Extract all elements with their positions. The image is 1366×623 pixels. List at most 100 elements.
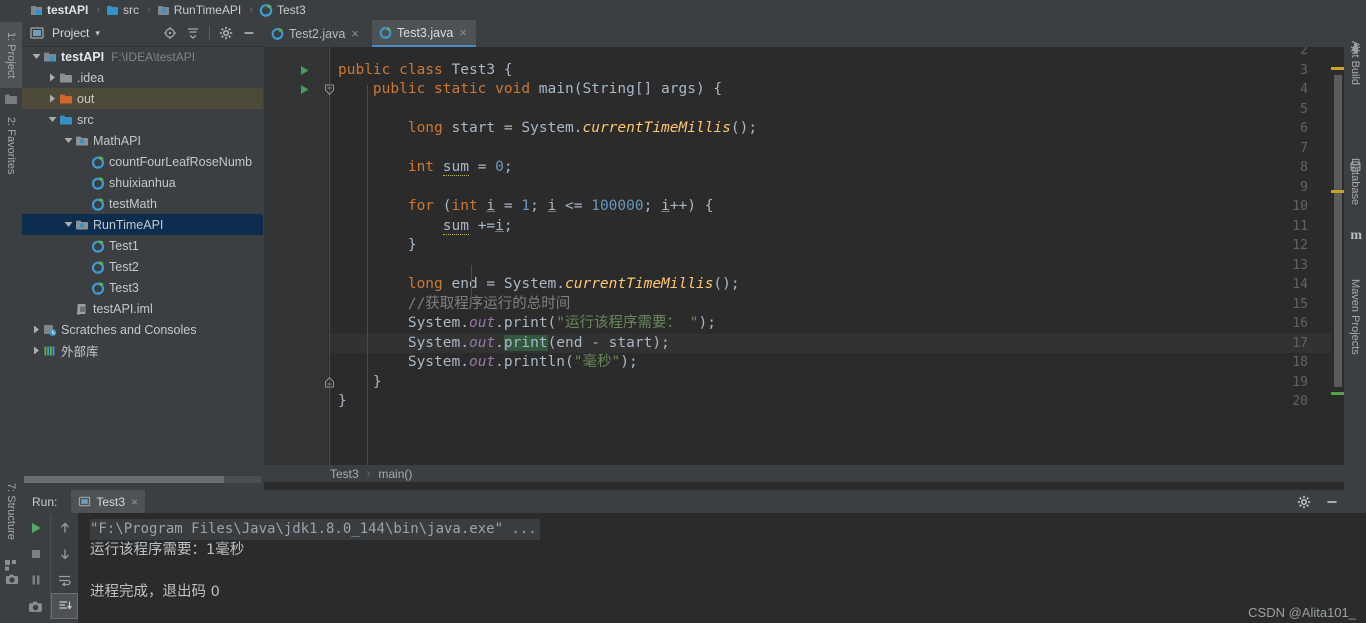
code-line[interactable]: System.out.print(end - start); xyxy=(338,334,670,354)
line-number: 10 xyxy=(1292,199,1308,214)
scrollbar-thumb[interactable] xyxy=(24,476,224,483)
tree-row[interactable]: testMath xyxy=(22,193,263,214)
sidebar-item-ant-build[interactable]: Ant Build xyxy=(1344,26,1366,100)
code-line[interactable]: } xyxy=(338,373,382,393)
code-line[interactable]: long start = System.currentTimeMillis(); xyxy=(338,119,757,139)
close-icon[interactable]: × xyxy=(351,27,359,40)
breadcrumb-class[interactable]: Test3 xyxy=(330,467,359,481)
breadcrumb-method[interactable]: main() xyxy=(378,467,412,481)
gear-icon[interactable] xyxy=(1294,492,1314,512)
editor-tab-test2[interactable]: Test2.java × xyxy=(264,20,368,47)
tree-row[interactable]: countFourLeafRoseNumb xyxy=(22,151,263,172)
chevron-down-icon[interactable] xyxy=(46,109,58,130)
breadcrumb-item-package[interactable]: RunTimeAPI › xyxy=(157,0,259,20)
rerun-icon[interactable] xyxy=(22,515,49,541)
indent-guide xyxy=(367,85,368,465)
run-gutter-icon[interactable] xyxy=(298,80,310,100)
breadcrumb-item-project[interactable]: testAPI › xyxy=(30,0,106,20)
sidebar-item-maven-projects[interactable]: Maven Projects xyxy=(1344,264,1366,370)
line-number: 17 xyxy=(1292,335,1308,351)
tree-row[interactable]: .idea xyxy=(22,67,263,88)
tree-row[interactable]: testAPI F:\IDEA\testAPI xyxy=(22,46,263,67)
down-arrow-icon[interactable] xyxy=(51,541,78,567)
tree-row[interactable]: 外部库 xyxy=(22,340,263,361)
chevron-down-icon[interactable] xyxy=(30,46,42,67)
code-editor[interactable]: 2 3 public class Test3 {4 public static vo… xyxy=(264,47,1344,465)
code-line[interactable]: } xyxy=(338,392,347,412)
locate-in-tree-icon[interactable] xyxy=(160,23,180,43)
editor-tab-test3[interactable]: Test3.java × xyxy=(372,20,476,47)
code-line[interactable]: public static void main(String[] args) { xyxy=(338,80,722,100)
code-token: currentTimeMillis xyxy=(565,276,714,292)
close-icon[interactable]: × xyxy=(131,495,138,509)
sidebar-item-project[interactable]: 1: Project xyxy=(0,22,22,88)
code-line[interactable]: System.out.print("运行该程序需要： "); xyxy=(338,314,716,334)
stop-icon[interactable] xyxy=(22,541,49,567)
console-output[interactable]: 进程完成，退出码 0 运行该程序需要：1毫秒 "F:\Program Files\J… xyxy=(78,513,1366,623)
tree-row[interactable]: Test2 xyxy=(22,256,263,277)
code-line[interactable]: public class Test3 { xyxy=(338,61,513,81)
chevron-right-icon[interactable] xyxy=(46,88,58,109)
chevron-right-icon[interactable] xyxy=(30,319,42,340)
chevron-right-icon[interactable] xyxy=(30,340,42,361)
indent-guide xyxy=(471,265,472,304)
up-arrow-icon[interactable] xyxy=(51,515,78,541)
chevron-down-icon[interactable] xyxy=(62,130,74,151)
tree-row[interactable]: out xyxy=(22,88,263,109)
tree-row[interactable]: MathAPI xyxy=(22,130,263,151)
warning-marker[interactable] xyxy=(1331,67,1344,70)
run-tab-test3[interactable]: Test3 × xyxy=(71,490,146,513)
tree-row[interactable]: src xyxy=(22,109,263,130)
project-tree-hscrollbar[interactable] xyxy=(22,475,263,484)
code-line[interactable]: int sum = 0; xyxy=(338,158,513,178)
editor-gutter[interactable] xyxy=(264,47,328,465)
tree-row[interactable]: shuixianhua xyxy=(22,172,263,193)
breadcrumb-item-class[interactable]: Test3 xyxy=(259,0,306,20)
vcs-marker[interactable] xyxy=(1331,392,1344,395)
code-line[interactable]: sum +=i; xyxy=(338,217,513,237)
code-token: long xyxy=(407,276,452,292)
code-line[interactable]: //获取程序运行的总时间 xyxy=(338,295,570,315)
tree-row[interactable]: RunTimeAPI xyxy=(22,214,263,235)
sidebar-item-database[interactable]: Database xyxy=(1344,146,1366,218)
code-line[interactable]: for (int i = 1; i <= 100000; i++) { xyxy=(338,197,714,217)
hide-icon[interactable] xyxy=(1322,492,1342,512)
run-gutter-icon[interactable] xyxy=(298,61,310,81)
code-line[interactable]: long end = System.currentTimeMillis(); xyxy=(338,275,740,295)
code-token: . xyxy=(460,315,469,331)
warning-marker[interactable] xyxy=(1331,190,1344,193)
editor-vscrollbar[interactable] xyxy=(1331,47,1344,447)
gear-icon[interactable] xyxy=(216,23,236,43)
tree-row[interactable]: Scratches and Consoles xyxy=(22,319,263,340)
chevron-down-icon[interactable]: ▾ xyxy=(95,28,100,39)
close-icon[interactable]: × xyxy=(459,26,467,39)
code-line[interactable]: System.out.println("毫秒"); xyxy=(338,353,638,373)
fold-region-start-icon[interactable] xyxy=(323,80,336,100)
fold-region-end-icon[interactable] xyxy=(323,373,336,393)
sidebar-item-favorites[interactable]: 2: Favorites xyxy=(0,103,22,189)
tree-row[interactable]: Test3 xyxy=(22,277,263,298)
chevron-down-icon[interactable] xyxy=(62,214,74,235)
breadcrumb-item-src[interactable]: src › xyxy=(106,0,157,20)
project-tree[interactable]: testAPI F:\IDEA\testAPI .idea out src MathAPI… xyxy=(22,46,263,483)
hide-icon[interactable] xyxy=(239,23,259,43)
collapse-all-icon[interactable] xyxy=(183,23,203,43)
chevron-right-icon[interactable] xyxy=(46,67,58,88)
pause-icon[interactable] xyxy=(22,567,49,593)
code-token: void xyxy=(495,81,539,97)
scrollbar-thumb[interactable] xyxy=(1334,75,1342,387)
code-token: . xyxy=(460,334,469,351)
console-line: "F:\Program Files\Java\jdk1.8.0_144\bin\… xyxy=(90,519,540,540)
tree-row[interactable]: Test1 xyxy=(22,235,263,256)
soft-wrap-icon[interactable] xyxy=(51,567,78,593)
scroll-to-end-icon[interactable] xyxy=(51,593,78,619)
camera-icon[interactable] xyxy=(22,593,49,619)
sidebar-item-structure[interactable]: 7: Structure xyxy=(0,468,22,554)
camera-icon[interactable] xyxy=(5,572,19,586)
tree-row[interactable]: testAPI.iml xyxy=(22,298,263,319)
code-line[interactable]: } xyxy=(338,236,417,256)
editor-tab-bar: Test2.java × Test3.java × xyxy=(264,20,1344,47)
